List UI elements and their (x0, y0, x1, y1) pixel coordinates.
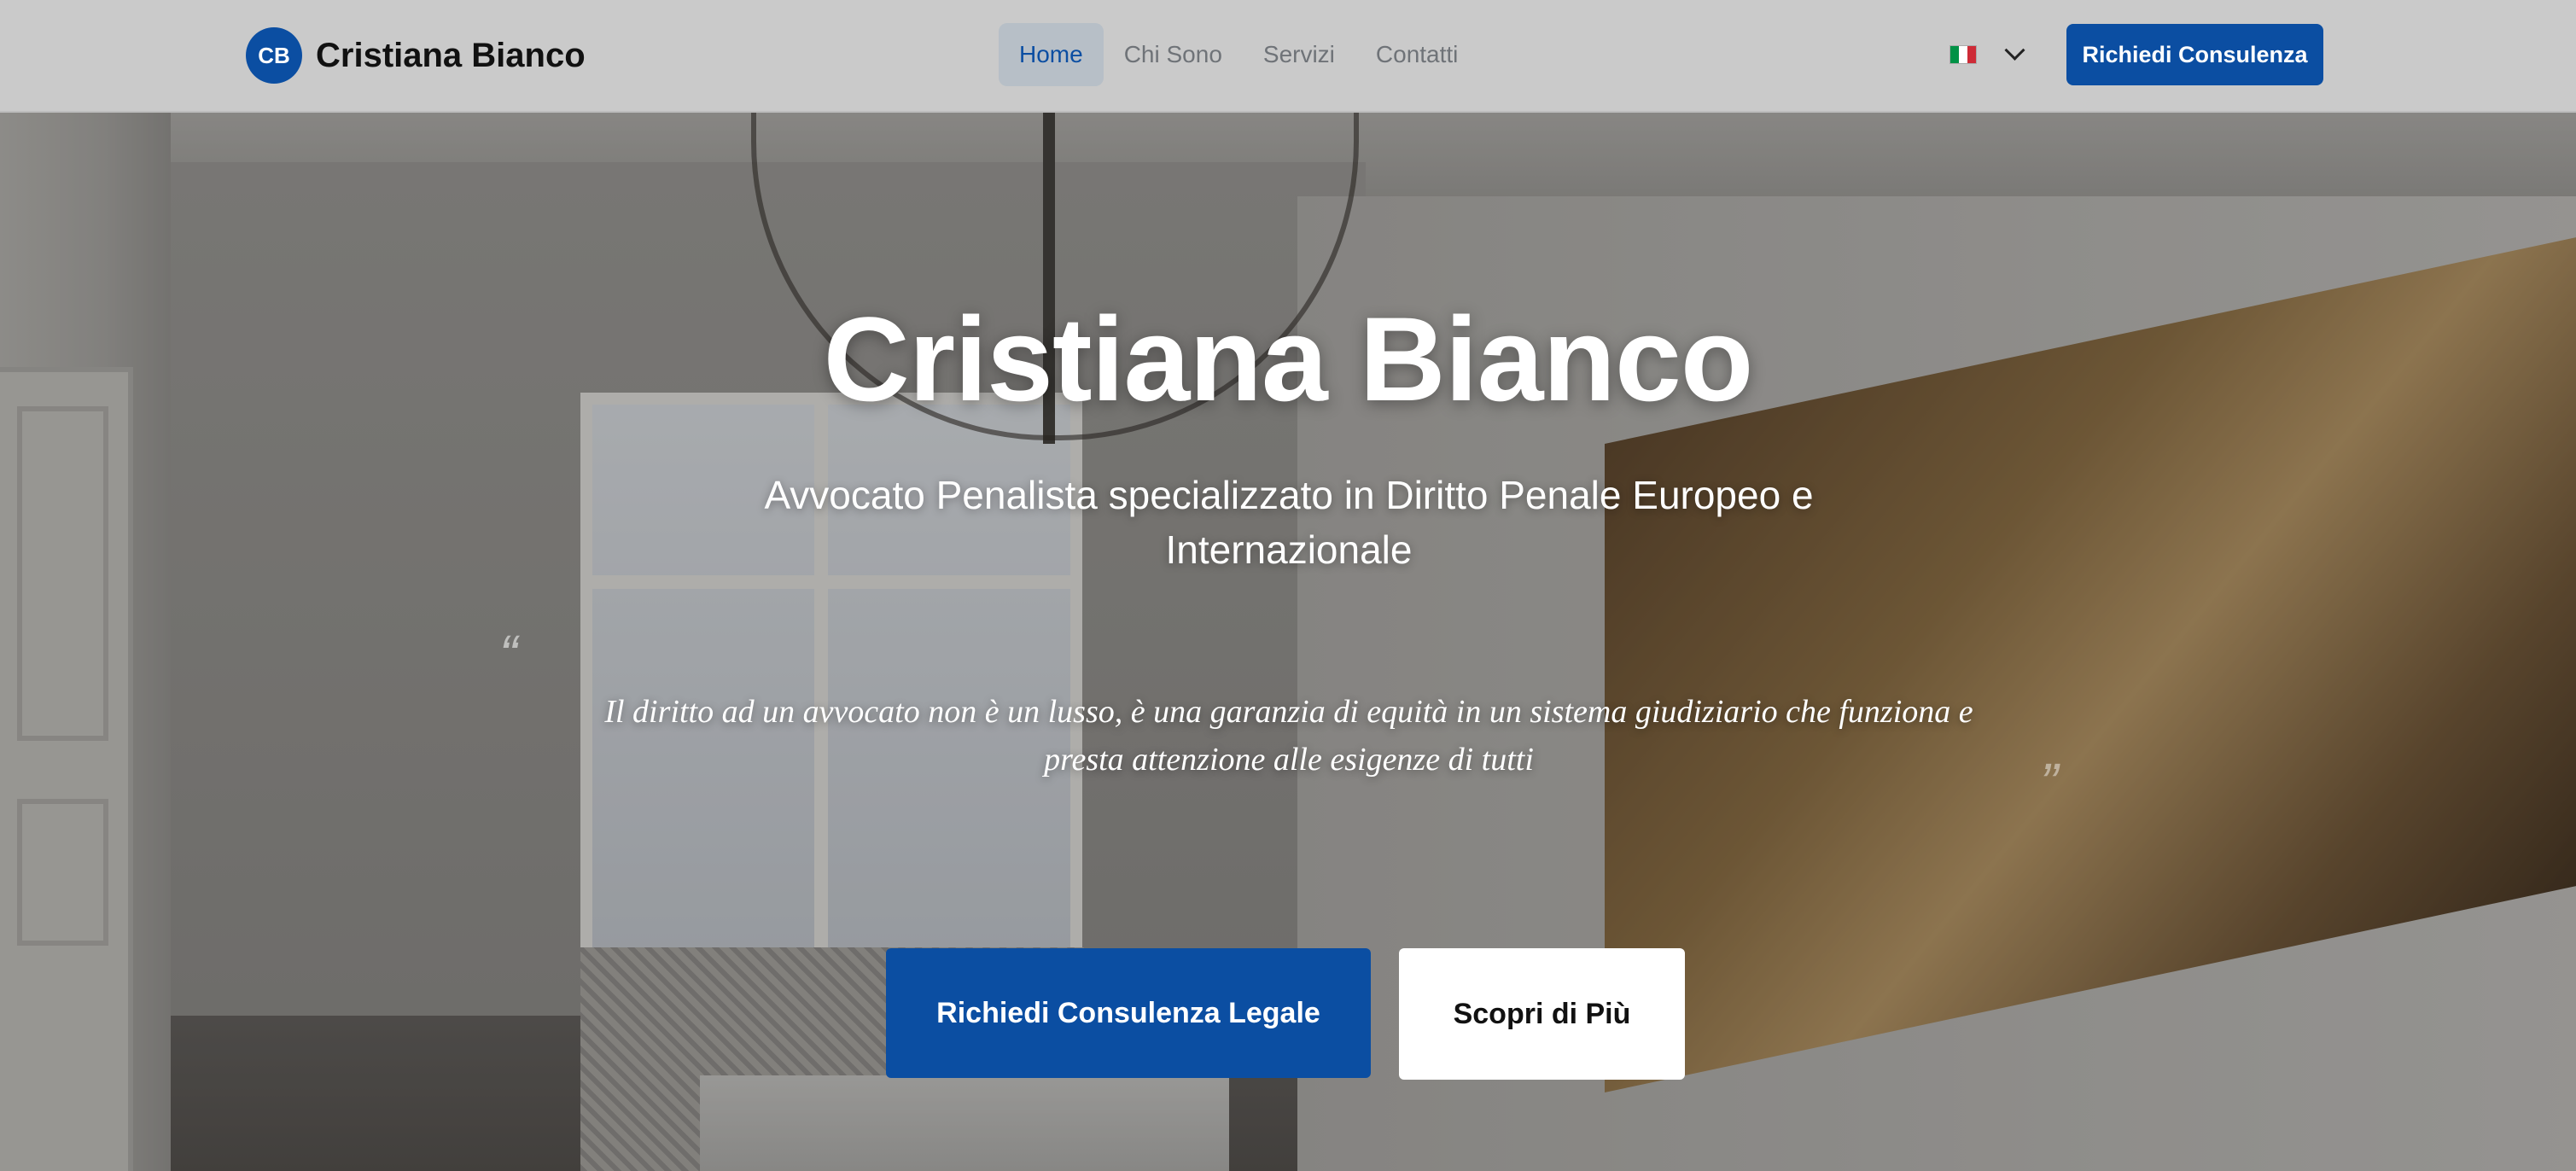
flag-green-stripe (1950, 46, 1959, 63)
hero-subtitle: Avvocato Penalista specializzato in Diri… (764, 473, 1814, 572)
italy-flag-icon (1949, 45, 1977, 64)
flag-white-stripe (1959, 46, 1967, 63)
nav-link-contatti[interactable]: Contatti (1355, 23, 1479, 86)
nav-link-chi-sono[interactable]: Chi Sono (1104, 23, 1243, 86)
learn-more-button[interactable]: Scopri di Più (1399, 948, 1685, 1080)
nav-links: Home Chi Sono Servizi Contatti (999, 23, 1478, 86)
request-consultation-button[interactable]: Richiedi Consulenza (2066, 24, 2323, 85)
hero-title: Cristiana Bianco (823, 292, 1754, 426)
hero-quote: Il diritto ad un avvocato non è un lusso… (604, 694, 1973, 778)
quote-close-icon: ” (2040, 752, 2059, 813)
quote-open-icon: “ (499, 624, 518, 685)
brand-link[interactable]: CB Cristiana Bianco (246, 26, 586, 84)
language-selector[interactable] (1949, 39, 2025, 68)
navbar: CB Cristiana Bianco Home Chi Sono Serviz… (0, 0, 2576, 113)
brand-name: Cristiana Bianco (316, 36, 586, 74)
chevron-down-icon (2004, 39, 2025, 61)
nav-link-home[interactable]: Home (999, 23, 1104, 86)
nav-link-servizi[interactable]: Servizi (1243, 23, 1355, 86)
flag-red-stripe (1967, 46, 1976, 63)
request-legal-consultation-button[interactable]: Richiedi Consulenza Legale (886, 948, 1371, 1078)
brand-logo: CB (246, 27, 302, 84)
